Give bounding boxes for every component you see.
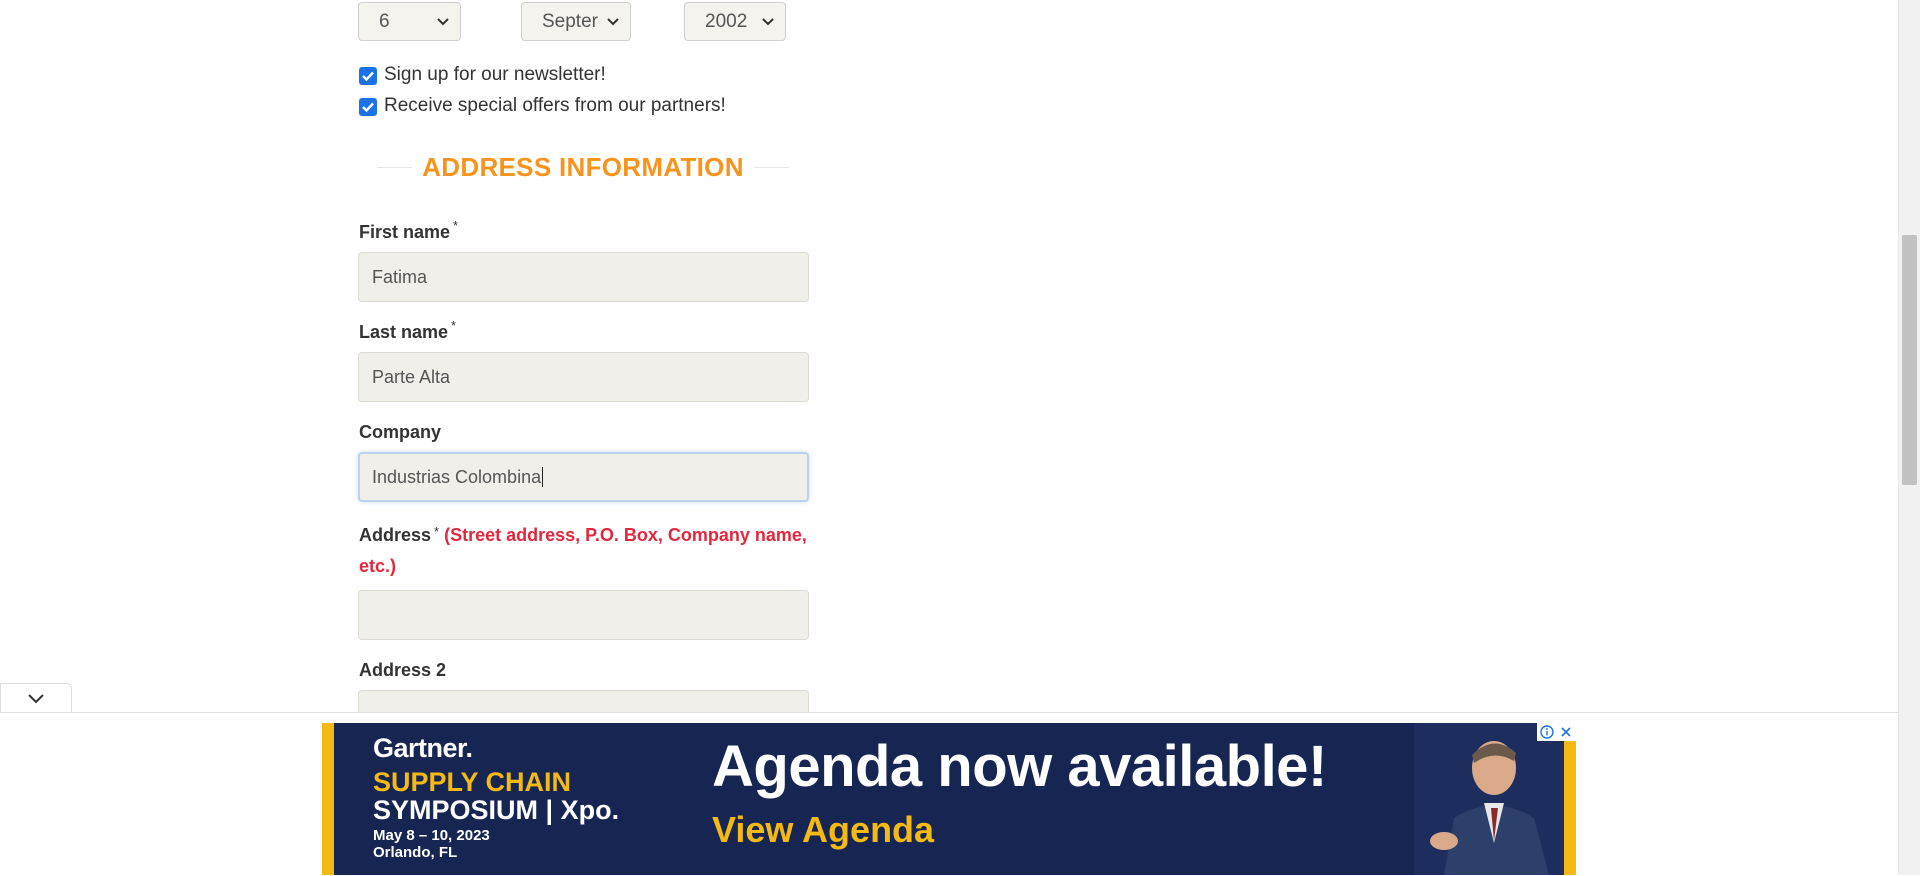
chevron-down-icon [28, 694, 44, 704]
section-title: ADDRESS INFORMATION [422, 152, 744, 182]
first-name-value: Fatima [372, 266, 428, 287]
ad-accent-stripe [1564, 723, 1576, 875]
address2-label-text: Address 2 [359, 660, 447, 680]
checkmark-icon [362, 71, 374, 82]
required-mark: * [451, 318, 457, 333]
ad-brand: Gartner. [373, 733, 473, 763]
partner-offers-label: Receive special offers from our partners… [384, 95, 726, 116]
last-name-value: Parte Alta [372, 366, 451, 387]
address-hint-line2: etc.) [359, 556, 397, 576]
newsletter-label: Sign up for our newsletter! [384, 64, 606, 85]
last-name-label-text: Last name [359, 322, 449, 342]
ad-cta[interactable]: View Agenda [712, 809, 934, 851]
company-value: Industrias Colombina [372, 466, 542, 487]
first-name-label-text: First name [359, 222, 451, 242]
close-icon [1561, 727, 1571, 737]
ad-accent-stripe [322, 723, 334, 875]
text-caret [542, 467, 544, 487]
address2-label: Address 2 [359, 660, 446, 681]
ad-info-button[interactable] [1537, 723, 1556, 741]
ad-speaker-image [1414, 723, 1564, 875]
day-select[interactable]: 6 [358, 2, 461, 41]
chevron-down-icon [762, 18, 774, 26]
year-select-value: 2002 [705, 10, 748, 32]
address-input[interactable] [358, 590, 809, 640]
day-select-value: 6 [379, 10, 390, 32]
ad-event-line2: SYMPOSIUM | Xpo. [373, 795, 620, 825]
ad-headline: Agenda now available! [712, 734, 1327, 799]
divider [753, 167, 790, 168]
address-label: Address * (Street address, P.O. Box, Comp… [359, 520, 809, 582]
company-label: Company [359, 422, 441, 443]
chevron-down-icon [607, 18, 619, 26]
last-name-label: Last name * [359, 318, 456, 343]
checkmark-icon [362, 102, 374, 113]
ad-collapse-button[interactable] [0, 683, 72, 713]
info-icon [1539, 725, 1554, 739]
scrollbar-thumb[interactable] [1902, 235, 1917, 485]
ad-event-line1: SUPPLY CHAIN [373, 767, 572, 797]
address-hint-line1: (Street address, P.O. Box, Company name, [444, 525, 807, 545]
ad-location: Orlando, FL [373, 844, 458, 861]
address-label-text: Address [359, 525, 432, 545]
required-mark: * [434, 524, 440, 539]
ad-banner[interactable]: Gartner. SUPPLY CHAIN SYMPOSIUM | Xpo. M… [322, 723, 1576, 875]
ad-dates: May 8 – 10, 2023 [373, 827, 490, 844]
company-label-text: Company [359, 422, 442, 442]
last-name-input[interactable]: Parte Alta [358, 352, 809, 402]
newsletter-checkbox[interactable] [359, 67, 377, 85]
company-input[interactable]: Industrias Colombina [358, 452, 809, 502]
month-select-value: Septer [542, 10, 598, 32]
month-select[interactable]: Septer [521, 2, 631, 41]
partner-offers-checkbox[interactable] [359, 98, 377, 116]
ad-close-button[interactable] [1556, 723, 1576, 741]
page-scrollbar[interactable] [1898, 0, 1920, 875]
address2-input[interactable] [358, 690, 809, 712]
year-select[interactable]: 2002 [684, 2, 786, 41]
divider [377, 167, 413, 168]
first-name-label: First name * [359, 218, 458, 243]
required-mark: * [453, 218, 459, 233]
chevron-down-icon [437, 18, 449, 26]
address-section-heading: ADDRESS INFORMATION [377, 152, 790, 183]
first-name-input[interactable]: Fatima [358, 252, 809, 302]
